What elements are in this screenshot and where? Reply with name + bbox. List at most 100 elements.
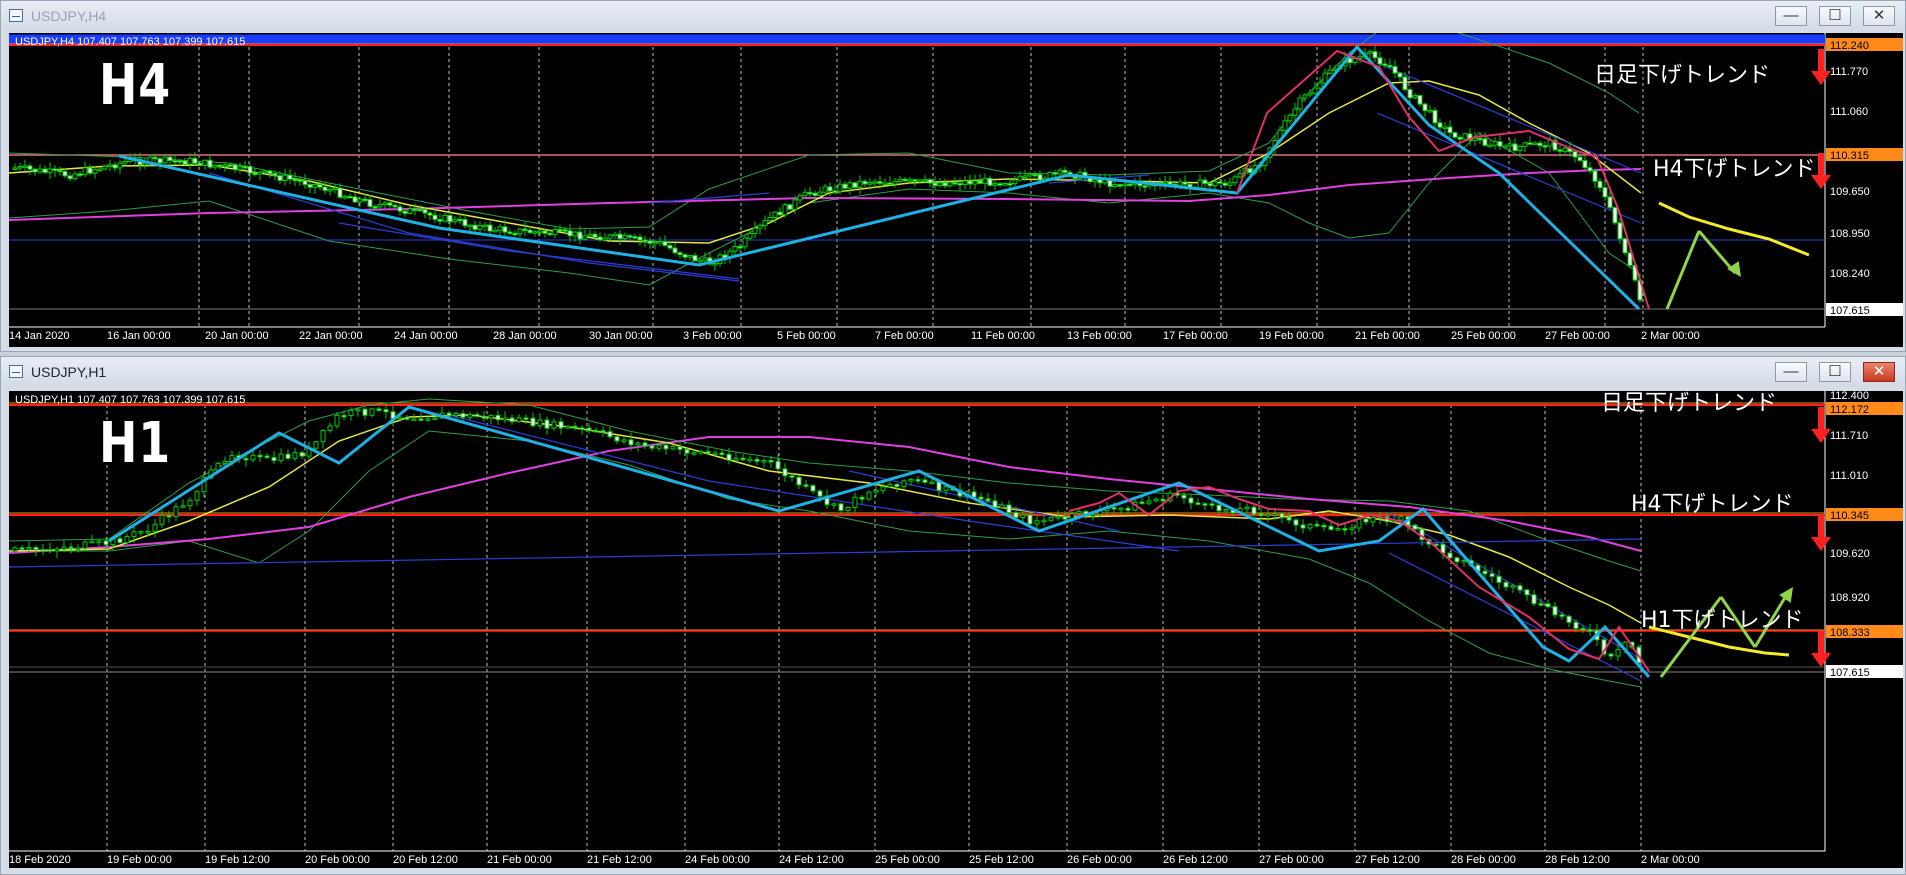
chart-window-icon [9, 365, 23, 378]
candle [1153, 498, 1159, 502]
candle [807, 191, 813, 195]
candle [250, 454, 256, 461]
candle [57, 169, 63, 173]
time-label: 27 Feb 00:00 [1545, 330, 1610, 342]
candle [1202, 179, 1208, 185]
candle [488, 414, 494, 419]
candle [1302, 94, 1308, 99]
candle [897, 178, 903, 183]
candle [487, 224, 493, 232]
minimize-button[interactable]: — [1775, 6, 1807, 26]
candle [1047, 172, 1053, 179]
candle [929, 481, 935, 484]
candle [742, 237, 748, 248]
candle [1503, 581, 1509, 588]
candle [552, 228, 558, 235]
candle [166, 514, 172, 518]
candle [792, 199, 798, 210]
time-label: 13 Feb 00:00 [1067, 330, 1132, 342]
candle [915, 479, 921, 482]
chart-canvas[interactable]: 112.400 112.172 111.710 111.010 110.345 109.6… [9, 391, 1903, 868]
candle [412, 208, 418, 211]
candle [697, 259, 703, 263]
candle [577, 231, 583, 240]
candle [1542, 145, 1548, 148]
candle [19, 547, 25, 550]
candle [517, 228, 523, 235]
candle [684, 448, 690, 454]
candle [1111, 507, 1117, 510]
candle [932, 182, 938, 187]
candle [383, 409, 389, 413]
candle [1232, 176, 1238, 184]
candle [663, 444, 669, 450]
price-label: 111.770 [1830, 66, 1868, 78]
candle [754, 458, 760, 462]
candle [1502, 145, 1508, 148]
candle [117, 538, 123, 544]
candle [1146, 500, 1152, 504]
candle [427, 212, 433, 216]
candle [1545, 603, 1551, 608]
candle [467, 414, 473, 418]
candle [782, 468, 788, 477]
maximize-button[interactable]: ☐ [1819, 362, 1851, 382]
candle [822, 186, 828, 193]
trend-label-daily: 日足下げトレンド [1601, 391, 1778, 416]
price-chart-h1[interactable]: 112.400 112.172 111.710 111.010 110.345 109.6… [9, 391, 1903, 868]
candle [82, 167, 88, 176]
candle [857, 180, 863, 188]
candle [642, 442, 648, 447]
candle [507, 231, 513, 235]
candle [698, 451, 704, 454]
candle [642, 239, 648, 243]
candle [992, 183, 998, 186]
candle [447, 214, 453, 223]
candle [117, 162, 123, 169]
candle [317, 184, 323, 188]
trend-label-h4: H4下げトレンド [1653, 157, 1816, 182]
candle [1402, 76, 1408, 91]
candle [357, 198, 363, 203]
candle [177, 160, 183, 163]
price-label: 108.950 [1830, 228, 1870, 240]
candle [37, 168, 43, 173]
candle [712, 263, 718, 266]
candle [565, 425, 571, 429]
candle [652, 241, 658, 245]
candle [257, 454, 263, 458]
candle [397, 416, 403, 420]
candle [103, 540, 109, 546]
candle [1507, 143, 1513, 147]
candle [180, 505, 186, 508]
minimize-button[interactable]: — [1775, 362, 1807, 382]
candle [1462, 133, 1468, 140]
candle [492, 229, 498, 233]
down-arrow-icon [1811, 49, 1831, 85]
candle [102, 165, 108, 170]
candle [1577, 156, 1583, 162]
time-label: 25 Feb 00:00 [1451, 330, 1516, 342]
candle [942, 182, 948, 187]
candle [1387, 64, 1393, 68]
close-button[interactable]: ✕ [1863, 362, 1895, 382]
candle [1602, 187, 1608, 198]
candle [1510, 585, 1516, 588]
maximize-button[interactable]: ☐ [1819, 6, 1851, 26]
candle [600, 430, 606, 433]
titlebar[interactable]: USDJPY,H4 — ☐ ✕ [1, 1, 1905, 31]
candle [1258, 513, 1264, 517]
candle [797, 195, 803, 201]
price-chart-h4[interactable]: 112.240 111.770 111.060 110.315 109.650 108.9… [9, 33, 1903, 347]
candle [392, 204, 398, 208]
close-button[interactable]: ✕ [1863, 6, 1895, 26]
trend-label-h4: H4下げトレンド [1631, 492, 1794, 517]
candle [362, 198, 368, 202]
titlebar[interactable]: USDJPY,H1 — ☐ ✕ [1, 357, 1905, 387]
time-label: 5 Feb 00:00 [777, 330, 836, 342]
candle [1002, 182, 1008, 186]
candle [96, 540, 102, 543]
candle [627, 235, 633, 238]
time-label: 28 Feb 00:00 [1451, 854, 1516, 866]
candle [999, 504, 1005, 508]
